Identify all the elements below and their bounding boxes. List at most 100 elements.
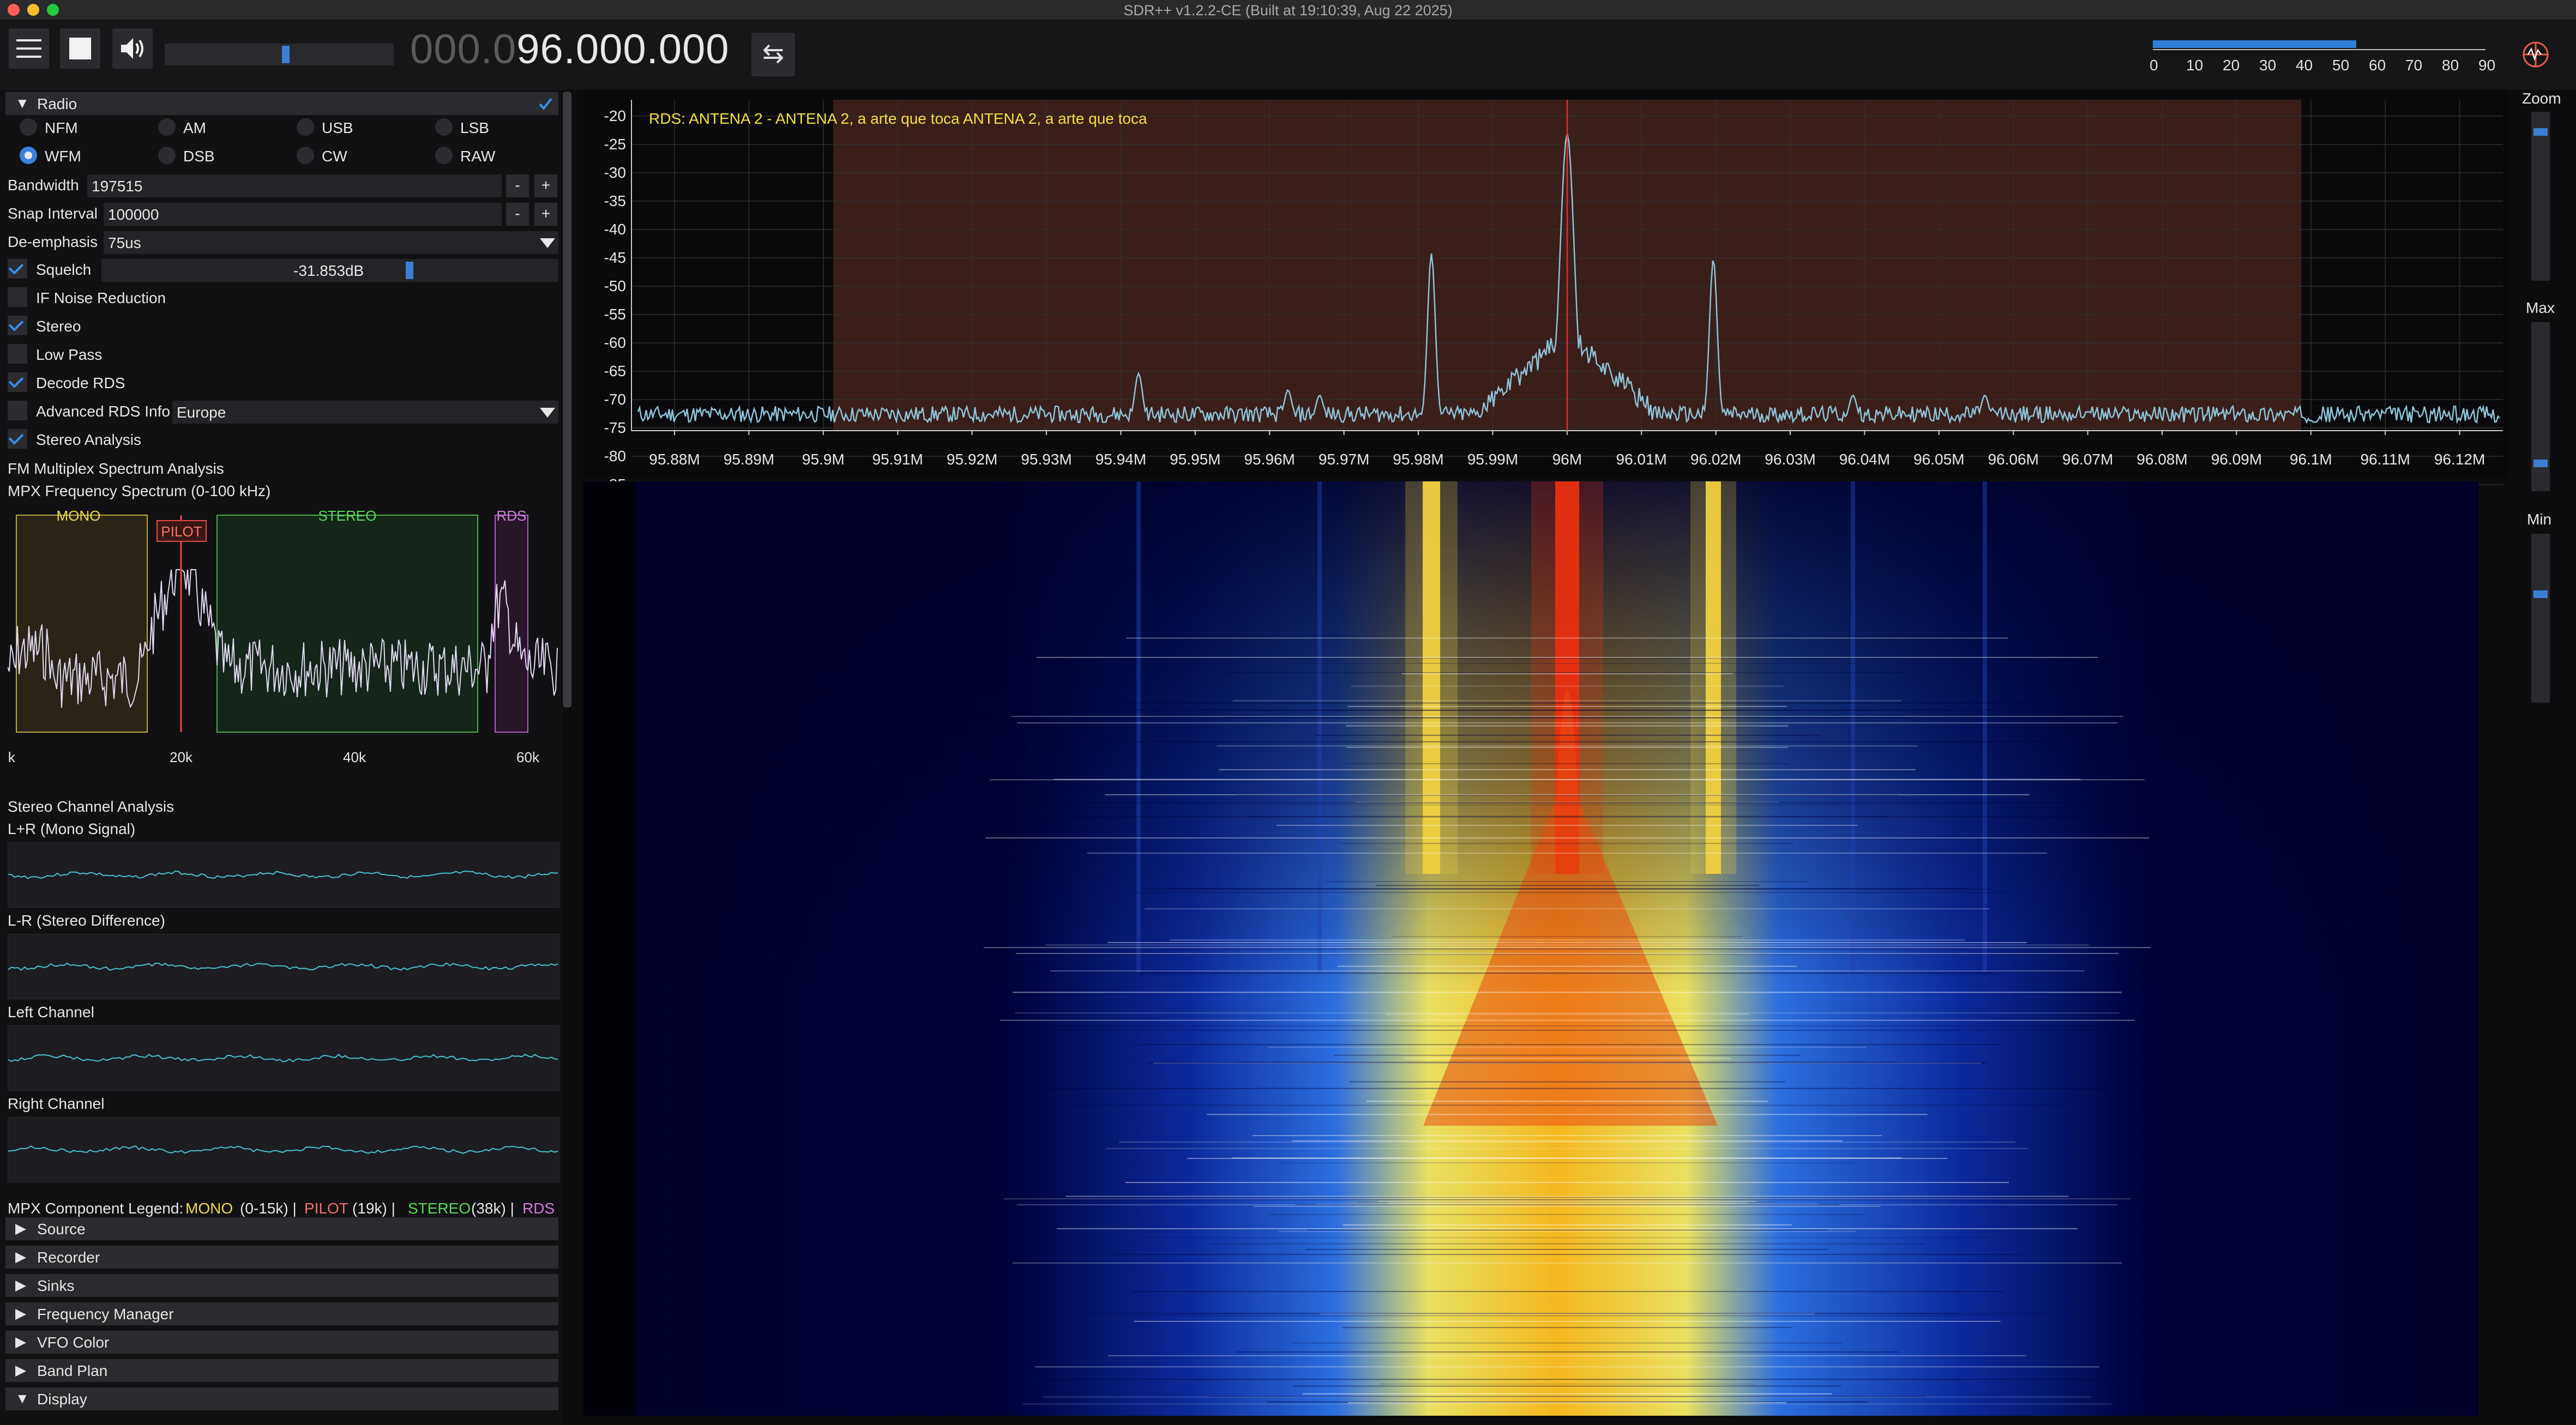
min-slider-knob[interactable] bbox=[2533, 590, 2548, 598]
zoom-slider[interactable] bbox=[2531, 112, 2550, 281]
snap-interval-input[interactable]: 100000 bbox=[104, 203, 502, 226]
collapse-triangle-icon: ▼ bbox=[15, 1390, 29, 1406]
volume-slider[interactable] bbox=[165, 44, 394, 65]
menu-button[interactable] bbox=[9, 28, 49, 69]
section-label: Display bbox=[37, 1391, 87, 1408]
snr-tick-label: 10 bbox=[2186, 57, 2204, 74]
section-header-display[interactable]: ▼ Display bbox=[5, 1387, 558, 1410]
snap-minus-button[interactable]: - bbox=[506, 203, 529, 226]
top-toolbar: 000.096.000.000 ⇆ 0 10 20 30 40 50 60 70 80 90 bbox=[0, 20, 2576, 90]
mode-label-dsb: DSB bbox=[183, 148, 215, 165]
section-label: Band Plan bbox=[37, 1362, 108, 1379]
snr-tick-label: 40 bbox=[2296, 57, 2313, 74]
rds-text-overlay: RDS: ANTENA 2 - ANTENA 2, a arte que toc… bbox=[649, 110, 1147, 127]
frequency-display[interactable]: 000.096.000.000 bbox=[410, 26, 730, 73]
section-label: Frequency Manager bbox=[37, 1306, 174, 1323]
snap-interval-value[interactable]: 100000 bbox=[108, 206, 159, 224]
mode-radio-raw[interactable] bbox=[435, 147, 453, 164]
stereo-channel-plot bbox=[8, 842, 559, 908]
fft-x-tick-label: 96.07M bbox=[2062, 451, 2113, 468]
rds-region-value[interactable]: Europe bbox=[177, 404, 226, 421]
min-slider[interactable] bbox=[2531, 534, 2550, 703]
stereo-analysis-checkbox[interactable] bbox=[8, 429, 27, 449]
mode-label-lsb: LSB bbox=[460, 119, 489, 136]
fft-x-tick-label: 95.94M bbox=[1096, 451, 1146, 468]
section-header-vfo-color[interactable]: ▶ VFO Color bbox=[5, 1331, 558, 1354]
snap-plus-button[interactable]: + bbox=[534, 203, 557, 226]
stereo-channel-trace bbox=[8, 962, 558, 971]
mode-radio-cw[interactable] bbox=[297, 147, 314, 164]
section-header-frequency-manager[interactable]: ▶ Frequency Manager bbox=[5, 1302, 558, 1325]
mode-radio-lsb[interactable] bbox=[435, 118, 453, 136]
rds-band-label: RDS bbox=[497, 508, 527, 524]
bandwidth-minus-button[interactable]: - bbox=[506, 174, 529, 197]
mono-band-label: MONO bbox=[57, 508, 101, 524]
deemphasis-select[interactable]: 75us bbox=[104, 231, 558, 254]
fft-x-tick-label: 95.9M bbox=[802, 451, 845, 468]
section-label: Source bbox=[37, 1221, 86, 1237]
section-label: Recorder bbox=[37, 1249, 100, 1266]
squelch-slider[interactable]: -31.853dB bbox=[101, 259, 558, 282]
window-title: SDR++ v1.2.2-CE (Built at 19:10:39, Aug … bbox=[1123, 2, 1453, 19]
mode-radio-wfm[interactable] bbox=[20, 147, 37, 164]
mute-button[interactable] bbox=[112, 28, 153, 69]
expand-triangle-icon: ▶ bbox=[15, 1277, 26, 1293]
snr-meter-scale bbox=[2153, 49, 2485, 50]
squelch-checkbox[interactable] bbox=[8, 259, 27, 279]
fft-x-tick-label: 95.96M bbox=[1244, 451, 1295, 468]
radio-enabled-checkmark-icon[interactable] bbox=[535, 94, 555, 114]
mode-label-wfm: WFM bbox=[45, 148, 81, 165]
mode-radio-usb[interactable] bbox=[297, 118, 314, 136]
volume-slider-knob[interactable] bbox=[282, 46, 290, 63]
fft-y-tick-label: -20 bbox=[604, 107, 626, 124]
fft-and-waterfall[interactable]: -20-25-30-35-40-45-50-55-60-65-70-75-80-… bbox=[583, 90, 2508, 1425]
max-slider[interactable] bbox=[2531, 322, 2550, 491]
radio-section-header[interactable]: ▼ Radio bbox=[5, 92, 558, 115]
option-checkbox[interactable] bbox=[8, 344, 27, 364]
deemphasis-value[interactable]: 75us bbox=[108, 234, 141, 252]
stereo-channel-trace bbox=[8, 1053, 558, 1062]
expand-triangle-icon: ▶ bbox=[15, 1305, 26, 1321]
legend-pilot: PILOT bbox=[304, 1200, 348, 1217]
deemphasis-label: De-emphasis bbox=[8, 233, 98, 250]
frequency-digits[interactable]: 96.000.000 bbox=[516, 26, 729, 73]
fft-x-tick-label: 95.91M bbox=[872, 451, 923, 468]
advanced-rds-checkbox[interactable] bbox=[8, 401, 27, 420]
stop-button[interactable] bbox=[60, 28, 100, 69]
mode-radio-nfm[interactable] bbox=[20, 118, 37, 136]
squelch-value: -31.853dB bbox=[293, 262, 364, 279]
mode-label-usb: USB bbox=[322, 119, 353, 136]
squelch-slider-knob[interactable] bbox=[406, 262, 413, 279]
swap-iq-button[interactable]: ⇆ bbox=[751, 33, 795, 76]
mode-radio-am[interactable] bbox=[158, 118, 176, 136]
frequency-leading-digits[interactable]: 000.0 bbox=[410, 26, 516, 73]
section-header-sinks[interactable]: ▶ Sinks bbox=[5, 1274, 558, 1297]
mpx-x-tick-label: 0k bbox=[8, 749, 16, 765]
max-slider-knob[interactable] bbox=[2533, 460, 2548, 467]
option-checkbox[interactable] bbox=[8, 316, 27, 335]
mode-label-raw: RAW bbox=[460, 148, 496, 165]
rds-region-select[interactable]: Europe bbox=[172, 401, 558, 424]
fft-x-tick-label: 96.11M bbox=[2361, 451, 2410, 468]
section-header-band-plan[interactable]: ▶ Band Plan bbox=[5, 1359, 558, 1382]
option-checkbox[interactable] bbox=[8, 287, 27, 307]
left-panel-scrollbar[interactable] bbox=[563, 92, 571, 708]
sdrpp-logo-icon bbox=[2523, 41, 2549, 68]
bandwidth-value[interactable]: 197515 bbox=[92, 178, 142, 195]
section-header-source[interactable]: ▶ Source bbox=[5, 1217, 558, 1240]
section-header-recorder[interactable]: ▶ Recorder bbox=[5, 1246, 558, 1269]
snr-tick-label: 90 bbox=[2478, 57, 2496, 74]
option-checkbox[interactable] bbox=[8, 372, 27, 392]
fft-x-tick-label: 96M bbox=[1552, 451, 1582, 468]
fft-x-tick-label: 96.1M bbox=[2290, 451, 2332, 468]
fft-x-tick-label: 95.95M bbox=[1170, 451, 1220, 468]
stereo-channel-label: Left Channel bbox=[8, 1004, 94, 1021]
legend-stereo: STEREO bbox=[408, 1200, 471, 1217]
bandwidth-input[interactable]: 197515 bbox=[87, 174, 502, 197]
dropdown-arrow-icon bbox=[540, 238, 555, 248]
bandwidth-plus-button[interactable]: + bbox=[534, 174, 557, 197]
zoom-slider-knob[interactable] bbox=[2533, 128, 2548, 136]
main-display-area: -20-25-30-35-40-45-50-55-60-65-70-75-80-… bbox=[583, 90, 2561, 1425]
mode-radio-dsb[interactable] bbox=[158, 147, 176, 164]
stereo-channel-label: Right Channel bbox=[8, 1095, 105, 1112]
